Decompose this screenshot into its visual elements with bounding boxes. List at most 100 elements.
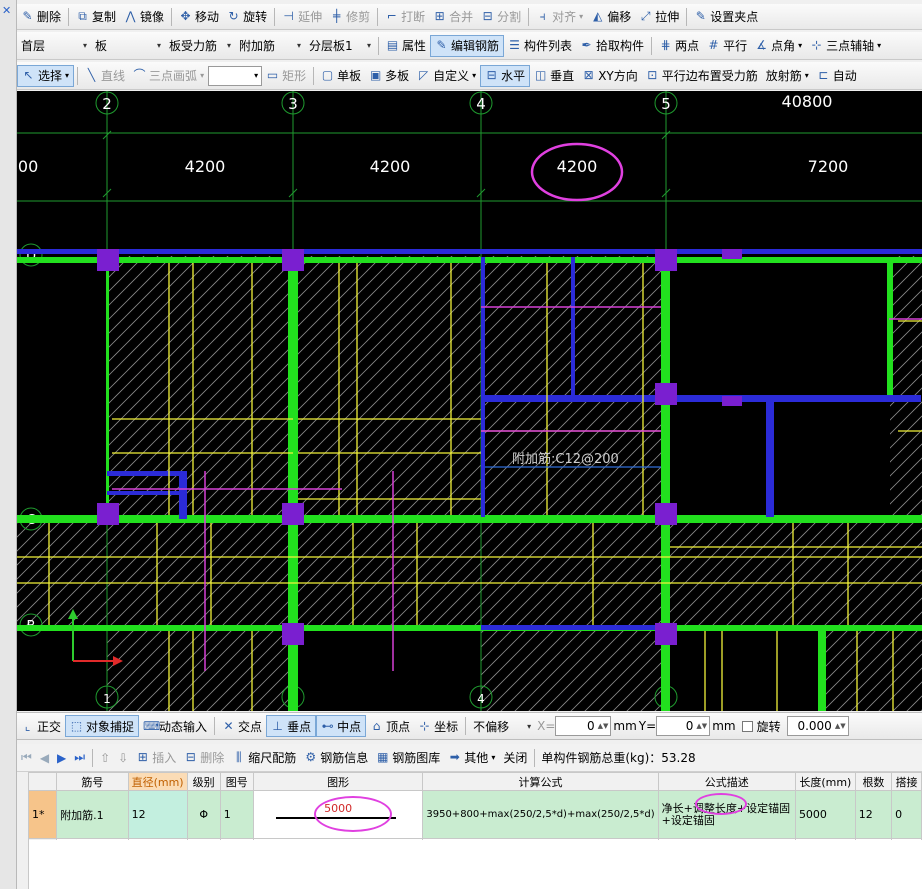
edit-rebar-button[interactable]: ✎ 编辑钢筋 [430,34,505,57]
shape-cell[interactable]: 5000 [252,790,424,839]
chevron-down-icon: ▾ [366,41,371,50]
layer-select[interactable]: 分层板1 ▾ [305,36,375,56]
xy-direction-button[interactable]: ⊠ XY方向 [578,65,642,87]
header-cell[interactable]: 公式描述 [657,772,796,791]
separator [528,7,530,26]
floor-select[interactable]: 首层 ▾ [17,36,91,56]
close-grid-button[interactable]: 关闭 [499,747,531,769]
prev-record-button[interactable]: ◀ [36,747,53,769]
custom-button[interactable]: ◸ 自定义 ▾ [413,65,480,87]
break-button[interactable]: ⌐ 打断 [381,6,429,28]
arc-button[interactable]: ⌒ 三点画弧 ▾ [129,65,208,87]
scale-rebar-button[interactable]: ⫼ 缩尺配筋 [228,747,300,769]
header-cell[interactable]: 图号 [219,772,254,791]
stretch-button[interactable]: ⤢ 拉伸 [635,6,683,28]
radial-button[interactable]: 放射筋 ▾ [762,65,813,87]
close-icon[interactable]: ✕ [2,4,16,17]
rotate-button[interactable]: ↻ 旋转 [223,6,271,28]
ortho-button[interactable]: ⌞ 正交 [17,715,65,737]
y-input[interactable]: 0 ▲▼ [656,716,711,736]
next-record-button[interactable]: ▶ [53,747,70,769]
row-index[interactable]: 1* [27,790,58,839]
intersection-button[interactable]: ✕ 交点 [218,715,266,737]
grade-cell[interactable]: Φ [186,790,221,839]
table-row[interactable]: 1* 附加筋.1 12 Φ 1 5000 3950+800+max(250/2,… [27,790,922,839]
rect-button[interactable]: ▭ 矩形 [262,65,310,87]
component-type-select[interactable]: 板 ▾ [91,36,165,56]
parallel-edge-button[interactable]: ⊡ 平行边布置受力筋 [642,65,762,87]
copy-button[interactable]: ⧉ 复制 [72,6,120,28]
vertex-button[interactable]: ⌂ 顶点 [366,715,414,737]
header-cell[interactable]: 根数 [854,772,893,791]
single-slab-button[interactable]: ▢ 单板 [317,65,365,87]
formula-cell[interactable]: 3950+800+max(250/2,5*d)+max(250/2,5*d) [422,790,659,839]
spinner-icon[interactable]: ▲▼ [598,722,609,730]
trim-button[interactable]: ╪ 修剪 [326,6,374,28]
dynamic-input-button[interactable]: ⌨ 动态输入 [139,715,211,737]
coordinate-button[interactable]: ⊹ 坐标 [414,715,462,737]
delete-button[interactable]: ✎ 删除 [17,6,65,28]
count-cell[interactable]: 12 [854,790,893,839]
multi-slab-button[interactable]: ▣ 多板 [365,65,413,87]
horizontal-button[interactable]: ⊟ 水平 [480,64,531,87]
extend-button[interactable]: ⊣ 延伸 [278,6,326,28]
header-cell[interactable]: 搭接 [891,772,922,791]
midpoint-button[interactable]: ⊷ 中点 [316,715,367,737]
point-angle-button[interactable]: ∡ 点角 ▾ [751,35,806,57]
split-button[interactable]: ⊟ 分割 [477,6,525,28]
lap-cell[interactable]: 0 [891,790,922,839]
mirror-button[interactable]: ⋀ 镜像 [120,6,168,28]
last-record-button[interactable]: ⏭ [70,747,89,769]
first-record-button[interactable]: ⏮ [17,747,36,769]
drawing-canvas[interactable]: 2 3 4 5 D C B 1 3 4 5 40800 200 4200 420… [17,91,922,711]
rotate-input[interactable]: 0.000 ▲▼ [786,716,849,736]
rebar-name-cell[interactable]: 附加筋.1 [56,790,129,839]
move-down-button[interactable]: ⇩ [114,747,132,769]
style-select[interactable]: ▾ [208,65,263,86]
insert-button[interactable]: ⊞ 插入 [132,747,180,769]
header-cell[interactable]: 长度(mm) [794,772,856,791]
move-button[interactable]: ✥ 移动 [175,6,223,28]
x-input[interactable]: 0 ▲▼ [555,716,612,736]
rebar-library-button[interactable]: ▦ 钢筋图库 [372,747,444,769]
move-up-button[interactable]: ⇧ [96,747,114,769]
rotate-checkbox[interactable] [741,720,753,732]
parallel-button[interactable]: # 平行 [703,35,751,57]
header-cell[interactable]: 级别 [186,772,221,791]
header-cell[interactable]: 图形 [252,772,424,791]
auto-button[interactable]: ⊏ 自动 [813,65,861,87]
header-cell[interactable]: 直径(mm) [127,772,188,791]
other-button[interactable]: ➡ 其他 ▾ [444,747,499,769]
rebar-info-button[interactable]: ⚙ 钢筋信息 [300,747,372,769]
merge-icon: ⊞ [434,9,445,23]
rebar-category-select[interactable]: 板受力筋 ▾ [165,36,235,56]
delete-row-button[interactable]: ⊟ 删除 [180,747,228,769]
axis-label: 5 [661,95,671,113]
diameter-cell[interactable]: 12 [127,790,188,839]
offset-button[interactable]: ◭ 偏移 [587,6,635,28]
description-cell[interactable]: 净长+调整长度+设定锚固+设定锚固 [657,790,796,839]
three-point-axis-button[interactable]: ⊹ 三点辅轴 ▾ [806,35,885,57]
select-button[interactable]: ↖ 选择 ▾ [17,64,75,87]
axis-icon: ⊹ [811,38,822,52]
perpendicular-button[interactable]: ⊥ 垂点 [266,715,317,737]
set-grip-button[interactable]: ✎ 设置夹点 [690,6,762,28]
shape-no-cell[interactable]: 1 [219,790,254,839]
header-cell[interactable]: 筋号 [56,772,129,791]
rebar-type-select[interactable]: 附加筋 ▾ [235,36,305,56]
align-button[interactable]: ⫞ 对齐 ▾ [532,6,587,28]
offset-mode-select[interactable]: 不偏移 ▾ [469,716,535,736]
properties-button[interactable]: ▤ 属性 [382,35,430,57]
line-button[interactable]: ╲ 直线 [81,65,129,87]
spinner-icon[interactable]: ▲▼ [835,722,846,730]
header-cell[interactable]: 计算公式 [422,772,659,791]
length-cell[interactable]: 5000 [794,790,856,839]
merge-button[interactable]: ⊞ 合并 [429,6,477,28]
object-snap-button[interactable]: ⬚ 对象捕捉 [65,715,140,737]
pick-component-button[interactable]: ✒ 拾取构件 [576,35,648,57]
vertical-button[interactable]: ◫ 垂直 [530,65,578,87]
spinner-icon[interactable]: ▲▼ [696,722,707,730]
two-points-button[interactable]: ⋕ 两点 [655,35,703,57]
component-list-button[interactable]: ☰ 构件列表 [504,35,576,57]
mirror-icon: ⋀ [125,9,136,23]
